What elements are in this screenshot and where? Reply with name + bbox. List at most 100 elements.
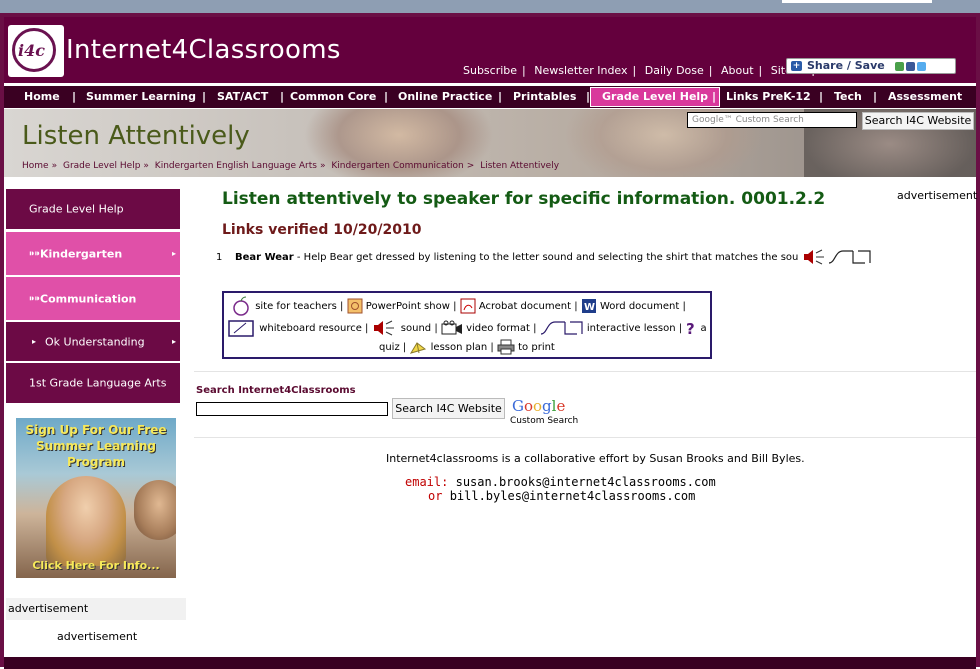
search-input[interactable] — [196, 402, 388, 416]
video-icon — [441, 320, 462, 335]
links-verified: Links verified 10/20/2010 — [222, 222, 422, 238]
nav-tech[interactable]: Tech — [834, 86, 862, 108]
list-number: 1 — [216, 252, 223, 263]
promo-footer: Click Here For Info... — [32, 559, 160, 572]
apple-icon — [233, 296, 249, 316]
email-label: email: — [405, 475, 449, 489]
legend-acrobat: Acrobat document — [478, 301, 572, 312]
sidebar-item-communication[interactable]: ⁍⁍Communication — [6, 277, 180, 320]
or-label: or — [428, 489, 443, 503]
header-link-subscribe[interactable]: Subscribe — [463, 64, 517, 77]
nav-summer-learning[interactable]: Summer Learning — [86, 86, 196, 108]
email-bill-link[interactable]: bill.byles@internet4classrooms.com — [450, 489, 696, 503]
nav-common-core[interactable]: Common Core — [290, 86, 376, 108]
search-button[interactable]: Search I4C Website — [392, 398, 505, 419]
promo-headline: Sign Up For Our Free Summer Learning Pro… — [25, 423, 167, 469]
share-services-icons — [895, 61, 928, 75]
twitter-icon — [917, 62, 926, 71]
sidebar-item-label: Ok Understanding — [45, 335, 145, 348]
share-plus-icon: + — [791, 61, 802, 71]
legend-print: to print — [518, 342, 555, 353]
advertisement-label-right: advertisement — [897, 189, 978, 202]
word-icon: W — [581, 299, 596, 313]
header-link-about[interactable]: About — [721, 64, 754, 77]
svg-text:?: ? — [686, 320, 695, 336]
legend-word: Word document — [599, 301, 680, 312]
top-strip-field — [782, 0, 932, 3]
sidebar-item-label: Grade Level Help — [29, 202, 124, 216]
chevron-right-icon: ▸ — [171, 248, 176, 258]
breadcrumb-current: Listen Attentively — [480, 161, 560, 171]
breadcrumb-kindergarten-ela[interactable]: Kindergarten English Language Arts — [155, 161, 317, 171]
breadcrumb-kindergarten-communication[interactable]: Kindergarten Communication — [331, 161, 463, 171]
content-title: Listen attentively to speaker for specif… — [222, 189, 826, 209]
bear-wear-link[interactable]: Bear Wear — [235, 252, 294, 263]
header-search-input[interactable]: Google™ Custom Search — [687, 112, 857, 128]
legend-video: video format — [466, 323, 530, 334]
chevron-right-icon: ▸ — [171, 336, 176, 346]
browser-top-strip — [0, 0, 980, 13]
page: i4c Internet4Classrooms Subscribe | Newsl… — [4, 17, 978, 669]
header-links: Subscribe | Newsletter Index | Daily Dose |… — [463, 64, 824, 77]
nav-sat-act[interactable]: SAT/ACT — [217, 86, 268, 108]
sound-icon — [803, 249, 824, 265]
breadcrumb-grade-level-help[interactable]: Grade Level Help — [63, 161, 140, 171]
sidebar-item-label: ⁍⁍Kindergarten — [29, 247, 123, 260]
header-link-newsletter-index[interactable]: Newsletter Index — [534, 64, 627, 77]
svg-text:W: W — [584, 302, 595, 313]
main-nav: Home | Summer Learning | SAT/ACT | Commo… — [4, 85, 976, 109]
breadcrumb-home[interactable]: Home — [22, 161, 49, 171]
page-banner: Listen Attentively Home» Grade Level Hel… — [4, 109, 976, 177]
acrobat-icon — [460, 298, 476, 314]
sidebar-item-grade-level-help[interactable]: Grade Level Help — [6, 189, 180, 229]
facebook-icon — [906, 62, 915, 71]
search-label: Search Internet4Classrooms — [196, 385, 356, 396]
legend-sound: sound — [400, 323, 432, 334]
advertisement-label-2: advertisement — [57, 630, 138, 643]
nav-assessment[interactable]: Assessment — [888, 86, 962, 108]
footer-nav-bar — [4, 657, 976, 669]
link-description: - Help Bear get dressed by listening to … — [293, 252, 799, 263]
nav-grade-level-help[interactable]: Grade Level Help — [590, 87, 721, 107]
nav-online-practice[interactable]: Online Practice — [398, 86, 492, 108]
legend-quiz-a: a — [700, 323, 707, 334]
google-custom-search-label: Custom Search — [510, 416, 579, 426]
email-line-1: email: susan.brooks@internet4classrooms.… — [405, 475, 716, 489]
promo-photo-child — [134, 480, 176, 540]
legend-whiteboard: whiteboard resource — [259, 323, 362, 334]
collaboration-note: Internet4classrooms is a collaborative e… — [386, 452, 805, 465]
bullet-icon: ⁍⁍ — [29, 292, 40, 305]
summer-learning-promo[interactable]: Sign Up For Our Free Summer Learning Pro… — [16, 418, 176, 578]
bullet-icon: ▸ — [32, 336, 37, 346]
share-label: Share / Save — [807, 59, 885, 72]
site-name[interactable]: Internet4Classrooms — [66, 35, 341, 65]
legend-lesson-plan: lesson plan — [430, 342, 488, 353]
sidebar-item-ok-understanding[interactable]: ▸ Ok Understanding ▸ — [6, 322, 180, 361]
logo-text: i4c — [18, 41, 45, 60]
google-logo: Google — [512, 397, 566, 415]
site-logo[interactable]: i4c — [8, 25, 64, 77]
nav-printables[interactable]: Printables — [513, 86, 576, 108]
nav-links-prek-12[interactable]: Links PreK-12 — [726, 86, 811, 108]
powerpoint-icon — [347, 298, 363, 314]
sidebar-item-kindergarten[interactable]: ⁍⁍Kindergarten ▸ — [6, 232, 180, 275]
whiteboard-icon — [228, 320, 254, 337]
site-header: i4c Internet4Classrooms Subscribe | Newsl… — [4, 17, 976, 83]
legend-powerpoint: PowerPoint show — [365, 301, 450, 312]
legend-interactive: interactive lesson — [586, 323, 676, 334]
divider — [194, 437, 976, 438]
nav-home[interactable]: Home — [24, 86, 60, 108]
share-save-button[interactable]: + Share / Save — [786, 58, 956, 74]
sidebar-item-label: ⁍⁍Communication — [29, 292, 137, 305]
question-mark-icon: ? — [686, 320, 695, 336]
email-susan-link[interactable]: susan.brooks@internet4classrooms.com — [456, 475, 716, 489]
list-item: 1 Bear Wear - Help Bear get dressed by li… — [216, 249, 872, 265]
header-link-daily-dose[interactable]: Daily Dose — [645, 64, 704, 77]
sidebar-item-1st-grade-language-arts[interactable]: 1st Grade Language Arts — [6, 363, 180, 403]
header-search-button[interactable]: Search I4C Website — [862, 112, 974, 130]
breadcrumb: Home» Grade Level Help» Kindergarten Eng… — [22, 161, 560, 171]
email-share-icon — [895, 62, 904, 71]
advertisement-label: advertisement — [6, 598, 186, 620]
resource-legend: site for teachers | PowerPoint show | Ac… — [222, 291, 712, 359]
bullet-icon: ⁍⁍ — [29, 247, 40, 260]
